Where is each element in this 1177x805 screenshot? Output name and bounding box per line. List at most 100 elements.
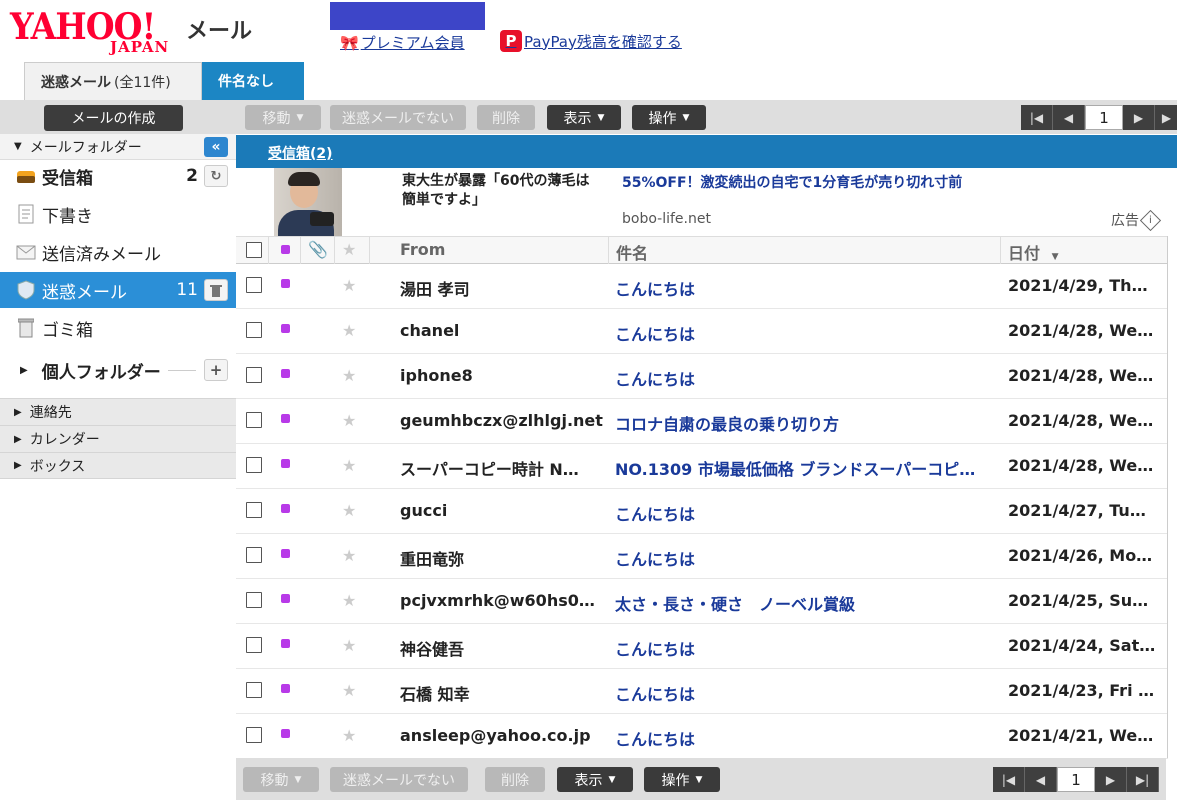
tab-no-subject[interactable]: 件名なし xyxy=(202,62,304,100)
tab-spam[interactable]: 迷惑メール (全11件) xyxy=(24,62,202,100)
refresh-icon[interactable]: ↻ xyxy=(204,165,228,187)
star-icon[interactable]: ★ xyxy=(342,411,356,430)
row-subject[interactable]: 太さ・長さ・硬さ ノーベル賞級 xyxy=(615,591,1001,615)
personal-folders[interactable]: ▶ 個人フォルダー + xyxy=(0,352,236,388)
table-row[interactable]: ★ pcjvxmrhk@w60hs0… 太さ・長さ・硬さ ノーベル賞級 2021/4/… xyxy=(236,579,1168,624)
unread-marker-icon[interactable] xyxy=(281,324,290,333)
move-button[interactable]: 移動 ▼ xyxy=(245,105,321,130)
ad-headline[interactable]: 55%OFF！激変続出の自宅で1分育毛が売り切れ寸前 xyxy=(622,172,962,192)
select-all-checkbox[interactable] xyxy=(246,242,262,258)
first-page-icon[interactable]: |◀ xyxy=(993,767,1025,792)
star-icon[interactable]: ★ xyxy=(342,546,356,565)
not-spam-button-bottom[interactable]: 迷惑メールでない xyxy=(330,767,468,792)
paypay-balance-link[interactable]: P PayPay残高を確認する xyxy=(500,30,682,52)
table-row[interactable]: ★ 神谷健吾 こんにちは 2021/4/24, Sat… xyxy=(236,624,1168,669)
table-row[interactable]: ★ 重田竜弥 こんにちは 2021/4/26, Mo… xyxy=(236,534,1168,579)
row-checkbox[interactable] xyxy=(246,322,262,338)
row-checkbox[interactable] xyxy=(246,637,262,653)
yahoo-japan-logo[interactable]: YAHOO! JAPAN xyxy=(10,6,180,58)
ad-label[interactable]: 広告 i xyxy=(1111,209,1162,231)
next-page-icon[interactable]: ▶ xyxy=(1123,105,1155,130)
unread-marker-icon[interactable] xyxy=(281,459,290,468)
star-icon[interactable]: ★ xyxy=(342,456,356,475)
row-checkbox[interactable] xyxy=(246,457,262,473)
move-button-bottom[interactable]: 移動 ▼ xyxy=(243,767,319,792)
page-number[interactable]: 1 xyxy=(1085,105,1123,130)
trash-icon[interactable] xyxy=(204,279,228,301)
unread-marker-icon[interactable] xyxy=(281,594,290,603)
unread-marker-icon[interactable] xyxy=(281,684,290,693)
folder-spam[interactable]: 迷惑メール 11 xyxy=(0,272,236,308)
operation-menu-button-bottom[interactable]: 操作 ▼ xyxy=(644,767,720,792)
ad-info-icon[interactable]: i xyxy=(1139,209,1162,231)
star-icon[interactable]: ★ xyxy=(342,681,356,700)
row-subject[interactable]: こんにちは xyxy=(615,546,1001,570)
prev-page-icon[interactable]: ◀ xyxy=(1053,105,1085,130)
add-folder-button[interactable]: + xyxy=(204,359,228,381)
star-icon[interactable]: ★ xyxy=(342,591,356,610)
table-row[interactable]: ★ geumhbczx@zlhlgj.net コロナ自粛の最良の乗り切り方 2021/… xyxy=(236,399,1168,444)
collapse-sidebar-button[interactable]: « xyxy=(204,137,228,157)
column-subject[interactable]: 件名 xyxy=(616,240,648,264)
row-checkbox[interactable] xyxy=(246,547,262,563)
row-subject[interactable]: こんにちは xyxy=(615,366,1001,390)
prev-page-icon[interactable]: ◀ xyxy=(1025,767,1057,792)
row-subject[interactable]: NO.1309 市場最低価格 ブランドスーパーコピ… xyxy=(615,456,1001,480)
header-ad-banner[interactable] xyxy=(330,2,485,30)
folder-inbox[interactable]: 受信箱 2 ↻ xyxy=(0,158,236,194)
unread-marker-icon[interactable] xyxy=(281,414,290,423)
view-menu-button[interactable]: 表示 ▼ xyxy=(547,105,621,130)
table-row[interactable]: ★ 石橋 知幸 こんにちは 2021/4/23, Fri … xyxy=(236,669,1168,714)
row-checkbox[interactable] xyxy=(246,502,262,518)
delete-button-bottom[interactable]: 削除 xyxy=(485,767,545,792)
star-icon[interactable]: ★ xyxy=(342,276,356,295)
star-filter-icon[interactable]: ★ xyxy=(342,240,356,259)
row-subject[interactable]: こんにちは xyxy=(615,726,1001,750)
star-icon[interactable]: ★ xyxy=(342,636,356,655)
section-box[interactable]: ▶ ボックス xyxy=(0,452,236,479)
unread-marker-icon[interactable] xyxy=(281,279,290,288)
section-calendar[interactable]: ▶ カレンダー xyxy=(0,425,236,452)
page-number[interactable]: 1 xyxy=(1057,767,1095,792)
view-menu-button-bottom[interactable]: 表示 ▼ xyxy=(557,767,633,792)
star-icon[interactable]: ★ xyxy=(342,726,356,745)
row-subject[interactable]: こんにちは xyxy=(615,636,1001,660)
last-page-icon[interactable]: ▶| xyxy=(1127,767,1159,792)
ad-row[interactable]: 東大生が暴露「60代の薄毛は簡単ですよ」 55%OFF！激変続出の自宅で1分育毛… xyxy=(236,168,1177,236)
premium-link[interactable]: 🎀 プレミアム会員 xyxy=(340,32,465,53)
table-row[interactable]: ★ gucci こんにちは 2021/4/27, Tu… xyxy=(236,489,1168,534)
not-spam-button[interactable]: 迷惑メールでない xyxy=(330,105,466,130)
column-from[interactable]: From xyxy=(400,240,445,259)
inbox-link[interactable]: 受信箱(2) xyxy=(268,143,333,163)
table-row[interactable]: ★ スーパーコピー時計 N… NO.1309 市場最低価格 ブランドスーパーコピ… 2… xyxy=(236,444,1168,489)
table-row[interactable]: ★ iphone8 こんにちは 2021/4/28, We… xyxy=(236,354,1168,399)
delete-button[interactable]: 削除 xyxy=(477,105,535,130)
last-page-icon[interactable]: ▶ xyxy=(1155,105,1177,130)
compose-button[interactable]: メールの作成 xyxy=(44,105,183,131)
ad-title[interactable]: 東大生が暴露「60代の薄毛は簡単ですよ」 xyxy=(402,172,592,210)
row-subject[interactable]: こんにちは xyxy=(615,681,1001,705)
row-checkbox[interactable] xyxy=(246,592,262,608)
first-page-icon[interactable]: |◀ xyxy=(1021,105,1053,130)
attachment-icon[interactable]: 📎 xyxy=(308,240,328,259)
next-page-icon[interactable]: ▶ xyxy=(1095,767,1127,792)
row-subject[interactable]: こんにちは xyxy=(615,321,1001,345)
star-icon[interactable]: ★ xyxy=(342,366,356,385)
unread-marker-icon[interactable] xyxy=(281,549,290,558)
folder-section-header[interactable]: ▼ メールフォルダー xyxy=(0,134,236,160)
column-date[interactable]: 日付 ▼ xyxy=(1008,240,1059,264)
row-subject[interactable]: こんにちは xyxy=(615,501,1001,525)
section-contacts[interactable]: ▶ 連絡先 xyxy=(0,398,236,425)
row-checkbox[interactable] xyxy=(246,367,262,383)
table-row[interactable]: ★ chanel こんにちは 2021/4/28, We… xyxy=(236,309,1168,354)
folder-drafts[interactable]: 下書き xyxy=(0,196,236,232)
star-icon[interactable]: ★ xyxy=(342,321,356,340)
unread-filter-icon[interactable] xyxy=(281,245,290,254)
unread-marker-icon[interactable] xyxy=(281,369,290,378)
unread-marker-icon[interactable] xyxy=(281,729,290,738)
table-row[interactable]: ★ 湯田 孝司 こんにちは 2021/4/29, Th… xyxy=(236,264,1168,309)
star-icon[interactable]: ★ xyxy=(342,501,356,520)
folder-trash[interactable]: ゴミ箱 xyxy=(0,310,236,346)
row-checkbox[interactable] xyxy=(246,277,262,293)
row-checkbox[interactable] xyxy=(246,682,262,698)
